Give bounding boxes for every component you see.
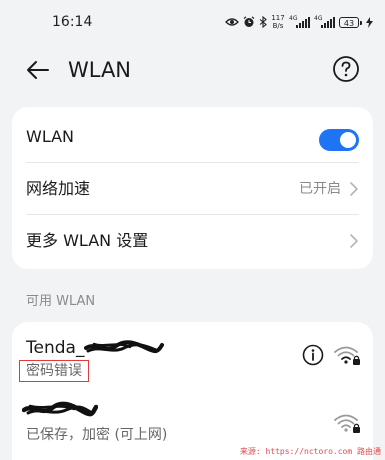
wifi-lock-icon xyxy=(334,346,360,365)
network-name-line: Tenda_ xyxy=(26,337,165,359)
page-title: WLAN xyxy=(68,58,132,82)
status-icons: 117 B/s 4G 4G 43 xyxy=(225,12,373,32)
networks-card: Tenda_ 密码错误 已保存，加密 (可上网) xyxy=(12,322,373,460)
battery-icon: 43 xyxy=(339,16,362,28)
network-item[interactable]: Tenda_ 密码错误 xyxy=(12,322,373,390)
chevron-right-icon xyxy=(350,234,358,248)
network-name: Tenda_ xyxy=(26,338,85,358)
available-wlan-title: 可用 WLAN xyxy=(26,294,96,309)
eye-icon xyxy=(225,18,239,26)
redaction-scribble xyxy=(84,340,165,354)
signal-2-label: 4G xyxy=(314,14,323,22)
bluetooth-icon xyxy=(259,16,267,28)
network-boost-label: 网络加速 xyxy=(26,179,91,198)
charging-icon xyxy=(366,16,373,28)
battery-level: 43 xyxy=(343,18,355,28)
back-arrow-icon[interactable] xyxy=(24,56,52,84)
chevron-right-icon xyxy=(350,182,358,196)
signal-icon: 4G xyxy=(289,14,310,28)
wlan-toggle-row[interactable]: WLAN xyxy=(12,111,373,163)
signal-icon: 4G xyxy=(314,14,335,28)
help-icon[interactable] xyxy=(332,55,360,83)
alarm-icon xyxy=(243,16,255,27)
network-boost-row[interactable]: 网络加速 已开启 xyxy=(12,163,373,215)
status-bar: 16:14 117 B/s 4G 4G 43 xyxy=(0,0,385,44)
signal-1-label: 4G xyxy=(289,14,298,22)
wifi-lock-icon xyxy=(334,414,360,433)
network-speed: 117 B/s xyxy=(271,14,285,30)
network-status-error: 密码错误 xyxy=(19,360,89,382)
more-wlan-settings-row[interactable]: 更多 WLAN 设置 xyxy=(12,215,373,267)
wlan-label: WLAN xyxy=(26,127,75,146)
network-speed-unit: B/s xyxy=(272,22,284,30)
settings-card: WLAN 网络加速 已开启 更多 WLAN 设置 xyxy=(12,107,373,269)
more-wlan-settings-label: 更多 WLAN 设置 xyxy=(26,231,149,250)
redaction-scribble xyxy=(22,401,98,417)
network-status: 已保存，加密 (可上网) xyxy=(26,427,168,443)
watermark: 来源: https://nctoro.com 路由通 xyxy=(239,447,381,456)
toggle-knob xyxy=(340,132,356,148)
wlan-toggle[interactable] xyxy=(319,129,359,151)
status-time: 16:14 xyxy=(52,14,93,30)
header: WLAN xyxy=(0,44,385,96)
network-boost-value: 已开启 xyxy=(299,181,341,197)
network-speed-value: 117 xyxy=(271,14,285,22)
info-icon[interactable] xyxy=(302,344,324,366)
